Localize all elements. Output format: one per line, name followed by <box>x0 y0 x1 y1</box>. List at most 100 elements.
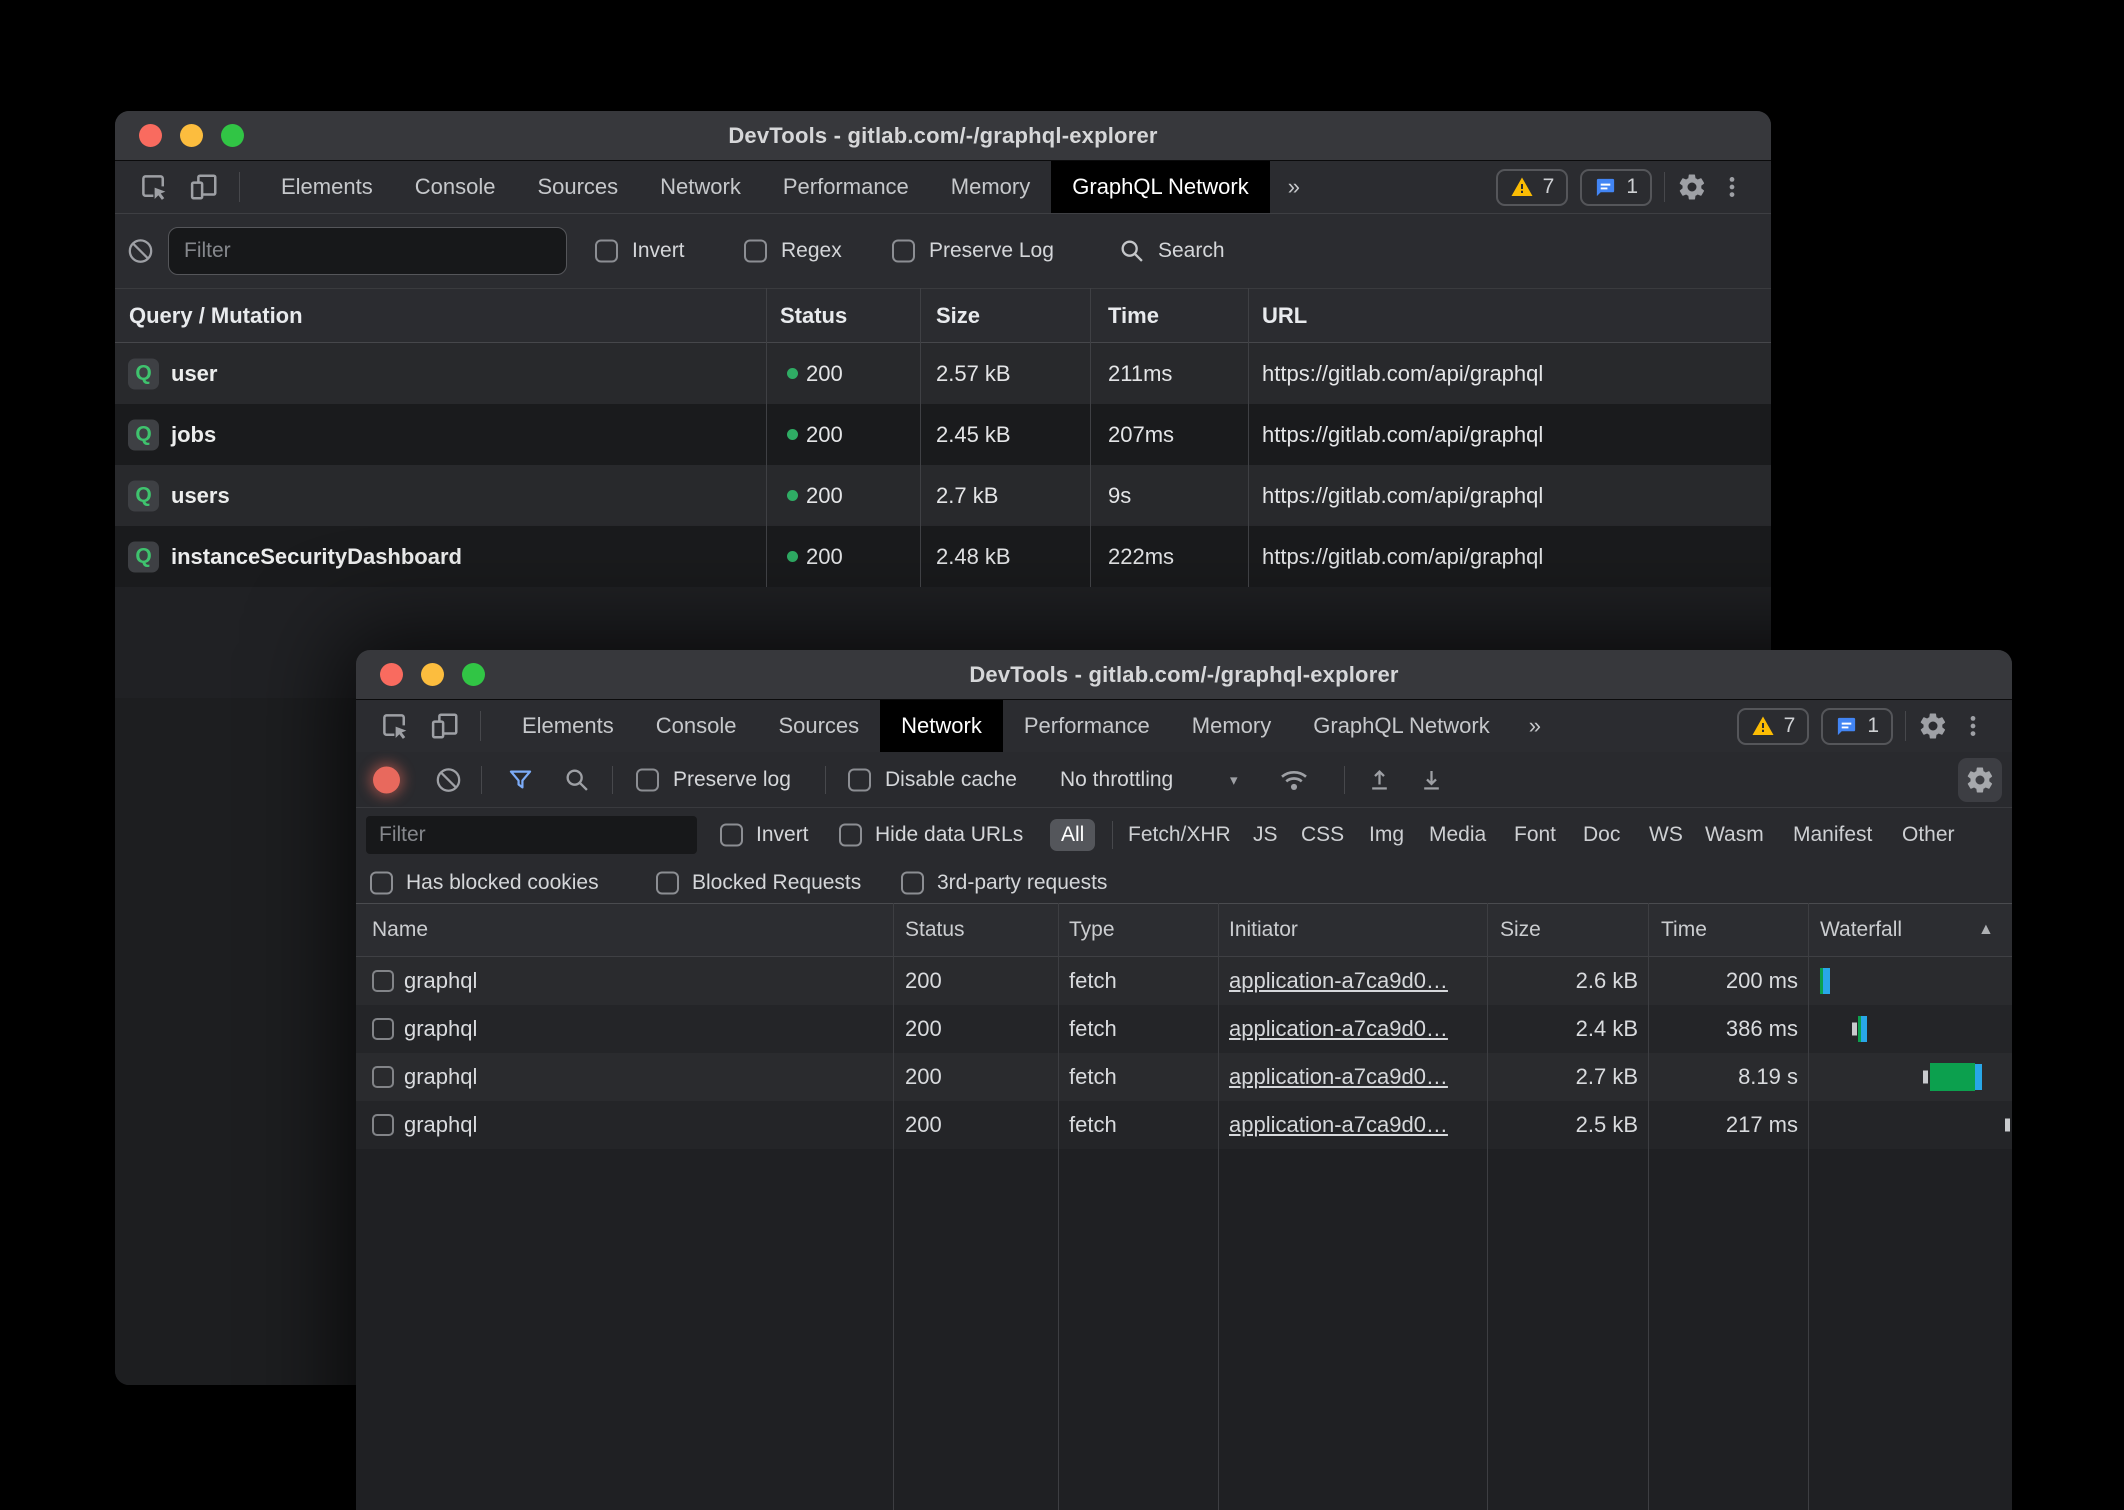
warnings-badge[interactable]: 7 <box>1496 169 1569 206</box>
request-row[interactable]: graphql 200 fetch application-a7ca9d0… 2… <box>356 957 2012 1005</box>
disable-cache-label[interactable]: Disable cache <box>885 768 1017 792</box>
settings-gear-icon[interactable] <box>1677 172 1707 202</box>
export-har-icon[interactable] <box>1418 766 1445 793</box>
table-row[interactable]: Q user 200 2.57 kB 211ms https://gitlab.… <box>115 343 1771 404</box>
more-tabs-chevron[interactable]: » <box>1270 161 1318 213</box>
type-filter-all[interactable]: All <box>1050 819 1095 851</box>
maximize-button[interactable] <box>462 663 485 686</box>
preserve-log-checkbox[interactable] <box>636 768 659 791</box>
throttling-select[interactable]: No throttling <box>1060 768 1173 792</box>
tab-graphql-network[interactable]: GraphQL Network <box>1051 161 1269 213</box>
col-waterfall[interactable]: Waterfall <box>1820 904 1902 956</box>
initiator-link[interactable]: application-a7ca9d0… <box>1229 1005 1448 1053</box>
type-filter-fetch-xhr[interactable]: Fetch/XHR <box>1128 823 1231 847</box>
warnings-badge[interactable]: 7 <box>1737 708 1810 745</box>
issues-badge[interactable]: 1 <box>1821 708 1893 745</box>
col-query-mutation[interactable]: Query / Mutation <box>129 289 303 342</box>
third-party-requests-checkbox[interactable] <box>901 871 924 894</box>
more-tabs-chevron[interactable]: » <box>1511 700 1559 752</box>
type-filter-js[interactable]: JS <box>1253 823 1278 847</box>
kebab-menu-icon[interactable] <box>1960 713 1986 739</box>
invert-checkbox[interactable] <box>595 240 618 263</box>
tab-sources[interactable]: Sources <box>516 161 639 213</box>
tab-performance[interactable]: Performance <box>1003 700 1171 752</box>
tab-console[interactable]: Console <box>394 161 517 213</box>
col-status[interactable]: Status <box>780 289 847 342</box>
type-filter-css[interactable]: CSS <box>1301 823 1344 847</box>
search-icon[interactable] <box>563 766 591 794</box>
minimize-button[interactable] <box>180 124 203 147</box>
device-toolbar-icon[interactable] <box>189 161 219 213</box>
tab-performance[interactable]: Performance <box>762 161 930 213</box>
row-checkbox[interactable] <box>372 1066 394 1088</box>
request-row[interactable]: graphql 200 fetch application-a7ca9d0… 2… <box>356 1053 2012 1101</box>
tab-memory[interactable]: Memory <box>1171 700 1292 752</box>
tab-elements[interactable]: Elements <box>260 161 394 213</box>
network-conditions-icon[interactable] <box>1278 764 1310 796</box>
type-filter-font[interactable]: Font <box>1514 823 1556 847</box>
search-label[interactable]: Search <box>1158 239 1225 263</box>
filter-funnel-icon[interactable] <box>507 766 534 793</box>
type-filter-ws[interactable]: WS <box>1649 823 1683 847</box>
tab-console[interactable]: Console <box>635 700 758 752</box>
import-har-icon[interactable] <box>1366 766 1393 793</box>
invert-checkbox[interactable] <box>720 824 743 847</box>
col-time[interactable]: Time <box>1661 904 1707 956</box>
hide-data-urls-checkbox[interactable] <box>839 824 862 847</box>
network-settings-gear-button[interactable] <box>1958 758 2002 802</box>
invert-label[interactable]: Invert <box>756 823 809 847</box>
row-checkbox[interactable] <box>372 1018 394 1040</box>
tab-graphql-network[interactable]: GraphQL Network <box>1292 700 1510 752</box>
type-filter-wasm[interactable]: Wasm <box>1705 823 1764 847</box>
issues-badge[interactable]: 1 <box>1580 169 1652 206</box>
filter-input[interactable] <box>168 227 567 275</box>
hide-data-urls-label[interactable]: Hide data URLs <box>875 823 1023 847</box>
request-row[interactable]: graphql 200 fetch application-a7ca9d0… 2… <box>356 1005 2012 1053</box>
clear-icon[interactable] <box>127 238 154 265</box>
has-blocked-cookies-checkbox[interactable] <box>370 871 393 894</box>
col-status[interactable]: Status <box>905 904 965 956</box>
type-filter-doc[interactable]: Doc <box>1583 823 1620 847</box>
row-checkbox[interactable] <box>372 970 394 992</box>
col-time[interactable]: Time <box>1108 289 1159 342</box>
type-filter-media[interactable]: Media <box>1429 823 1486 847</box>
col-url[interactable]: URL <box>1262 289 1307 342</box>
maximize-button[interactable] <box>221 124 244 147</box>
col-type[interactable]: Type <box>1069 904 1115 956</box>
col-initiator[interactable]: Initiator <box>1229 904 1298 956</box>
device-toolbar-icon[interactable] <box>430 700 460 752</box>
col-size[interactable]: Size <box>936 289 980 342</box>
third-party-requests-label[interactable]: 3rd-party requests <box>937 871 1107 895</box>
minimize-button[interactable] <box>421 663 444 686</box>
blocked-requests-checkbox[interactable] <box>656 871 679 894</box>
tab-sources[interactable]: Sources <box>757 700 880 752</box>
inspect-icon[interactable] <box>139 161 169 213</box>
close-button[interactable] <box>139 124 162 147</box>
table-row[interactable]: Q jobs 200 2.45 kB 207ms https://gitlab.… <box>115 404 1771 465</box>
preserve-log-label[interactable]: Preserve log <box>673 768 791 792</box>
type-filter-other[interactable]: Other <box>1902 823 1955 847</box>
initiator-link[interactable]: application-a7ca9d0… <box>1229 1101 1448 1149</box>
type-filter-manifest[interactable]: Manifest <box>1793 823 1872 847</box>
table-row[interactable]: Q instanceSecurityDashboard 200 2.48 kB … <box>115 526 1771 587</box>
row-checkbox[interactable] <box>372 1114 394 1136</box>
col-size[interactable]: Size <box>1500 904 1541 956</box>
invert-label[interactable]: Invert <box>632 239 685 263</box>
disable-cache-checkbox[interactable] <box>848 768 871 791</box>
col-name[interactable]: Name <box>372 904 428 956</box>
tab-network[interactable]: Network <box>880 700 1003 752</box>
tab-memory[interactable]: Memory <box>930 161 1051 213</box>
titlebar-front[interactable]: DevTools - gitlab.com/-/graphql-explorer <box>356 650 2012 700</box>
request-row[interactable]: graphql 200 fetch application-a7ca9d0… 2… <box>356 1101 2012 1149</box>
sort-ascending-icon[interactable]: ▲ <box>1978 921 1994 939</box>
regex-checkbox[interactable] <box>744 240 767 263</box>
has-blocked-cookies-label[interactable]: Has blocked cookies <box>406 871 599 895</box>
inspect-icon[interactable] <box>380 700 410 752</box>
type-filter-img[interactable]: Img <box>1369 823 1404 847</box>
settings-gear-icon[interactable] <box>1918 711 1948 741</box>
initiator-link[interactable]: application-a7ca9d0… <box>1229 1053 1448 1101</box>
table-row[interactable]: Q users 200 2.7 kB 9s https://gitlab.com… <box>115 465 1771 526</box>
preserve-log-label[interactable]: Preserve Log <box>929 239 1054 263</box>
regex-label[interactable]: Regex <box>781 239 842 263</box>
preserve-log-checkbox[interactable] <box>892 240 915 263</box>
